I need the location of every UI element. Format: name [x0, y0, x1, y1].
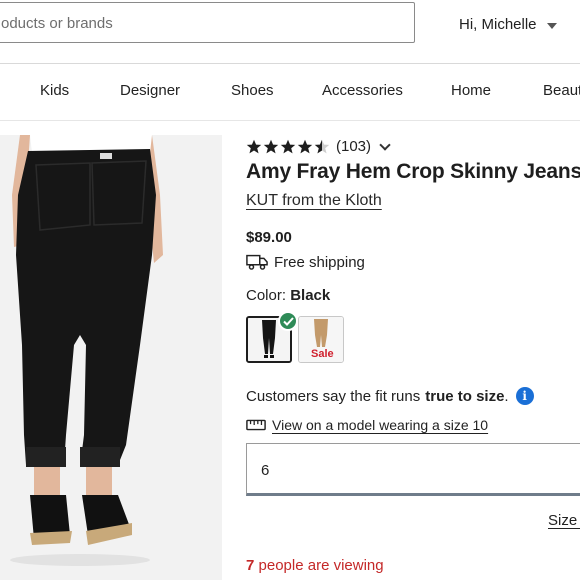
- product-title: Amy Fray Hem Crop Skinny Jeans: [246, 160, 580, 183]
- measuring-tape-icon: [246, 419, 266, 431]
- nav-item-home[interactable]: Home: [451, 82, 491, 99]
- nav-item-beauty[interactable]: Beaut: [543, 82, 580, 99]
- viewing-text: people are viewing: [258, 557, 384, 574]
- color-label-text: Color:: [246, 287, 287, 304]
- star-rating: [246, 139, 330, 155]
- half-star-icon: [314, 139, 330, 153]
- model-link-text: View on a model wearing a size 10: [272, 417, 489, 433]
- nav-item-accessories[interactable]: Accessories: [322, 82, 403, 99]
- fit-suffix: .: [504, 387, 509, 405]
- caret-down-icon: [546, 22, 557, 29]
- shipping-text: Free shipping: [274, 253, 365, 271]
- swatch-tan[interactable]: Sale: [298, 316, 344, 363]
- category-nav: Kids Designer Shoes Accessories Home Bea…: [0, 82, 580, 104]
- rating-summary[interactable]: (103): [246, 138, 391, 155]
- nav-item-shoes[interactable]: Shoes: [231, 82, 274, 99]
- product-image[interactable]: [0, 135, 222, 580]
- jeans-photo: [0, 135, 222, 580]
- account-menu[interactable]: Hi, Michelle: [459, 16, 557, 33]
- star-icon: [297, 139, 313, 153]
- truck-icon: [246, 254, 268, 270]
- nav-item-designer[interactable]: Designer: [120, 82, 180, 99]
- size-value: 6: [261, 462, 270, 479]
- greeting-text: Hi, Michelle: [459, 16, 537, 33]
- size-select[interactable]: 6: [246, 443, 580, 496]
- search-placeholder: oducts or brands: [1, 15, 113, 32]
- nav-divider: [0, 120, 580, 121]
- chevron-down-icon: [379, 138, 391, 151]
- star-icon: [246, 139, 262, 153]
- search-input[interactable]: oducts or brands: [0, 2, 415, 43]
- viewing-count: 7 people are viewing: [246, 557, 384, 574]
- size-guide-link[interactable]: Size g: [548, 512, 580, 529]
- model-size-link[interactable]: View on a model wearing a size 10: [246, 417, 488, 433]
- check-icon: [278, 311, 298, 331]
- viewing-number: 7: [246, 557, 255, 574]
- price: $89.00: [246, 229, 292, 246]
- info-icon[interactable]: i: [515, 387, 534, 405]
- fit-prefix: Customers say the fit runs: [246, 387, 421, 405]
- color-label: Color: Black: [246, 287, 330, 304]
- fit-info: Customers say the fit runs true to size.…: [246, 387, 534, 405]
- brand-link[interactable]: KUT from the Kloth: [246, 192, 382, 210]
- star-icon: [263, 139, 279, 153]
- fit-value: true to size: [425, 387, 505, 405]
- header-divider: [0, 63, 580, 64]
- shipping-info: Free shipping: [246, 253, 365, 271]
- review-count: (103): [336, 138, 372, 155]
- sale-badge: Sale: [311, 348, 334, 360]
- color-value: Black: [290, 287, 331, 304]
- nav-item-kids[interactable]: Kids: [40, 82, 69, 99]
- star-icon: [280, 139, 296, 153]
